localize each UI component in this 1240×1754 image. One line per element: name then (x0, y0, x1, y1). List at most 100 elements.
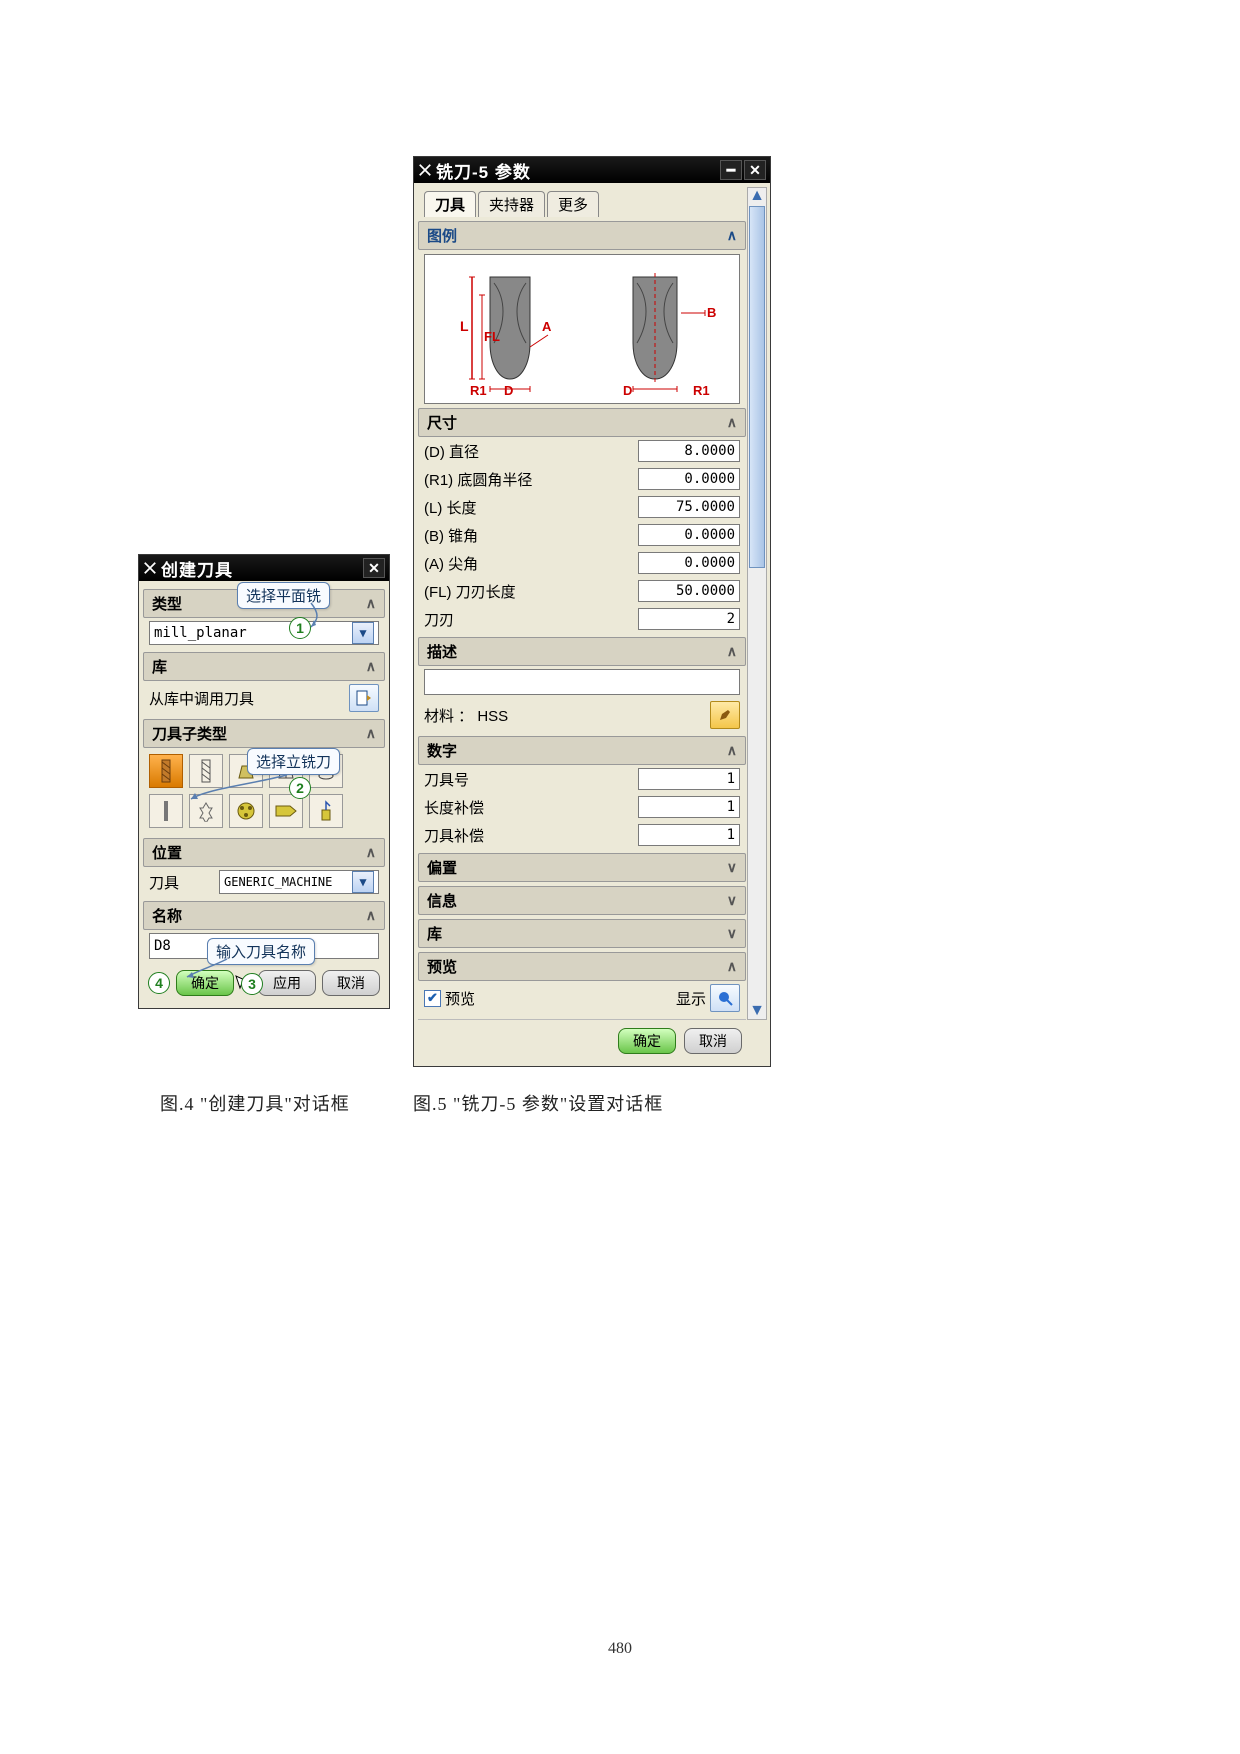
chevron-up-icon[interactable]: ∧ (366, 844, 376, 861)
chevron-up-icon[interactable]: ∧ (727, 958, 737, 975)
titlebar[interactable]: 创建刀具 ✕ (139, 555, 389, 581)
section-label: 尺寸 (427, 412, 457, 433)
section-name[interactable]: 名称 ∧ (143, 901, 385, 930)
section-preview[interactable]: 预览∧ (418, 952, 746, 981)
chevron-down-icon[interactable]: ∨ (727, 925, 737, 942)
dim-l-label: (L) 长度 (424, 497, 477, 518)
dim-d-label: (D) 直径 (424, 441, 479, 462)
create-tool-dialog: 创建刀具 ✕ 类型 ∧ mill_planar ▼ 库 ∧ 从库中调用刀具 刀具… (138, 554, 390, 1009)
close-icon[interactable]: ✕ (363, 558, 385, 578)
tab-holder[interactable]: 夹持器 (478, 191, 545, 217)
scroll-thumb[interactable] (749, 206, 765, 568)
dim-a-input[interactable] (638, 552, 740, 574)
chevron-down-icon[interactable]: ▼ (352, 622, 374, 644)
section-label: 刀具子类型 (152, 723, 227, 744)
callout-2: 选择立铣刀 (247, 748, 340, 775)
app-icon (143, 561, 157, 575)
show-button[interactable] (710, 984, 740, 1012)
section-label: 图例 (427, 225, 457, 246)
svg-text:R1: R1 (693, 383, 710, 397)
ok-button[interactable]: 确定 (618, 1028, 676, 1054)
material-button[interactable] (710, 701, 740, 729)
lenoffset-label: 长度补偿 (424, 797, 484, 818)
position-tool-combo[interactable]: GENERIC_MACHINE ▼ (219, 870, 379, 894)
chevron-up-icon[interactable]: ∧ (366, 658, 376, 675)
dim-r1-input[interactable] (638, 468, 740, 490)
annotation-4: 4 (148, 972, 170, 994)
cancel-button[interactable]: 取消 (322, 970, 380, 996)
minimize-icon[interactable]: ━ (720, 160, 742, 180)
chevron-up-icon[interactable]: ∧ (727, 643, 737, 660)
scrollbar[interactable]: ▲ ▼ (747, 187, 767, 1020)
library-fetch-button[interactable] (349, 684, 379, 712)
svg-text:R1: R1 (470, 383, 487, 397)
callout-arrow (187, 773, 297, 803)
svg-text:D: D (623, 383, 632, 397)
dialog-title: 铣刀-5 参数 (436, 158, 531, 183)
section-diagram[interactable]: 图例 ∧ (418, 221, 746, 250)
dim-a-label: (A) 尖角 (424, 553, 478, 574)
material-label: 材料 ： HSS (424, 705, 508, 726)
section-numbers[interactable]: 数字 ∧ (418, 736, 746, 765)
chevron-up-icon[interactable]: ∧ (727, 414, 737, 431)
lenoffset-input[interactable] (638, 796, 740, 818)
show-label: 显示 (676, 988, 706, 1009)
figure-caption-5: 图.5 "铣刀-5 参数"设置对话框 (413, 1090, 663, 1116)
section-label: 数字 (427, 740, 457, 761)
cancel-button[interactable]: 取消 (684, 1028, 742, 1054)
section-offset[interactable]: 偏置 ∨ (418, 853, 746, 882)
svg-text:A: A (542, 319, 552, 334)
tool-icon[interactable] (309, 794, 343, 828)
chevron-up-icon[interactable]: ∧ (366, 907, 376, 924)
close-icon[interactable]: ✕ (744, 160, 766, 180)
toolnum-input[interactable] (638, 768, 740, 790)
section-dimensions[interactable]: 尺寸 ∧ (418, 408, 746, 437)
figure-caption-4: 图.4 "创建刀具"对话框 (160, 1090, 350, 1116)
mill-params-dialog: 铣刀-5 参数 ━ ✕ 刀具 夹持器 更多 图例 ∧ L FL A R1 (413, 156, 771, 1067)
tab-tool[interactable]: 刀具 (424, 191, 476, 217)
dim-flutes-input[interactable] (638, 608, 740, 630)
scroll-down-icon[interactable]: ▼ (748, 1003, 766, 1019)
toolnum-label: 刀具号 (424, 769, 469, 790)
chevron-down-icon[interactable]: ▼ (352, 871, 374, 893)
preview-checkbox[interactable]: ✔预览 (424, 988, 475, 1009)
section-label: 偏置 (427, 857, 457, 878)
combo-value: GENERIC_MACHINE (224, 875, 332, 889)
titlebar[interactable]: 铣刀-5 参数 ━ ✕ (414, 157, 770, 183)
apply-button[interactable]: 应用 (258, 970, 316, 996)
section-subtype[interactable]: 刀具子类型 ∧ (143, 719, 385, 748)
chevron-up-icon[interactable]: ∧ (366, 725, 376, 742)
tooloffset-input[interactable] (638, 824, 740, 846)
section-label: 库 (427, 923, 442, 944)
section-label: 类型 (152, 593, 182, 614)
scroll-up-icon[interactable]: ▲ (748, 188, 766, 204)
section-label: 位置 (152, 842, 182, 863)
section-label: 库 (152, 656, 167, 677)
chevron-down-icon[interactable]: ∨ (727, 892, 737, 909)
tool-icon[interactable] (149, 794, 183, 828)
dim-l-input[interactable] (638, 496, 740, 518)
chevron-down-icon[interactable]: ∨ (727, 859, 737, 876)
chevron-up-icon[interactable]: ∧ (727, 227, 737, 244)
section-lib[interactable]: 库∨ (418, 919, 746, 948)
dim-flutes-label: 刀刃 (424, 609, 454, 630)
dim-d-input[interactable] (638, 440, 740, 462)
desc-input[interactable] (424, 669, 740, 695)
dim-fl-input[interactable] (638, 580, 740, 602)
section-info[interactable]: 信息∨ (418, 886, 746, 915)
app-icon (418, 163, 432, 177)
library-fetch-label: 从库中调用刀具 (149, 688, 254, 709)
tab-more[interactable]: 更多 (547, 191, 599, 217)
section-desc[interactable]: 描述 ∧ (418, 637, 746, 666)
dim-b-input[interactable] (638, 524, 740, 546)
chevron-up-icon[interactable]: ∧ (727, 742, 737, 759)
section-position[interactable]: 位置 ∧ (143, 838, 385, 867)
annotation-1: 1 (289, 617, 311, 639)
tool-endmill-icon[interactable] (149, 754, 183, 788)
type-combo[interactable]: mill_planar ▼ (149, 621, 379, 645)
tooloffset-label: 刀具补偿 (424, 825, 484, 846)
chevron-up-icon[interactable]: ∧ (366, 595, 376, 612)
section-library[interactable]: 库 ∧ (143, 652, 385, 681)
tool-diagram: L FL A R1 D B D R1 (424, 254, 740, 404)
dim-b-label: (B) 锥角 (424, 525, 478, 546)
